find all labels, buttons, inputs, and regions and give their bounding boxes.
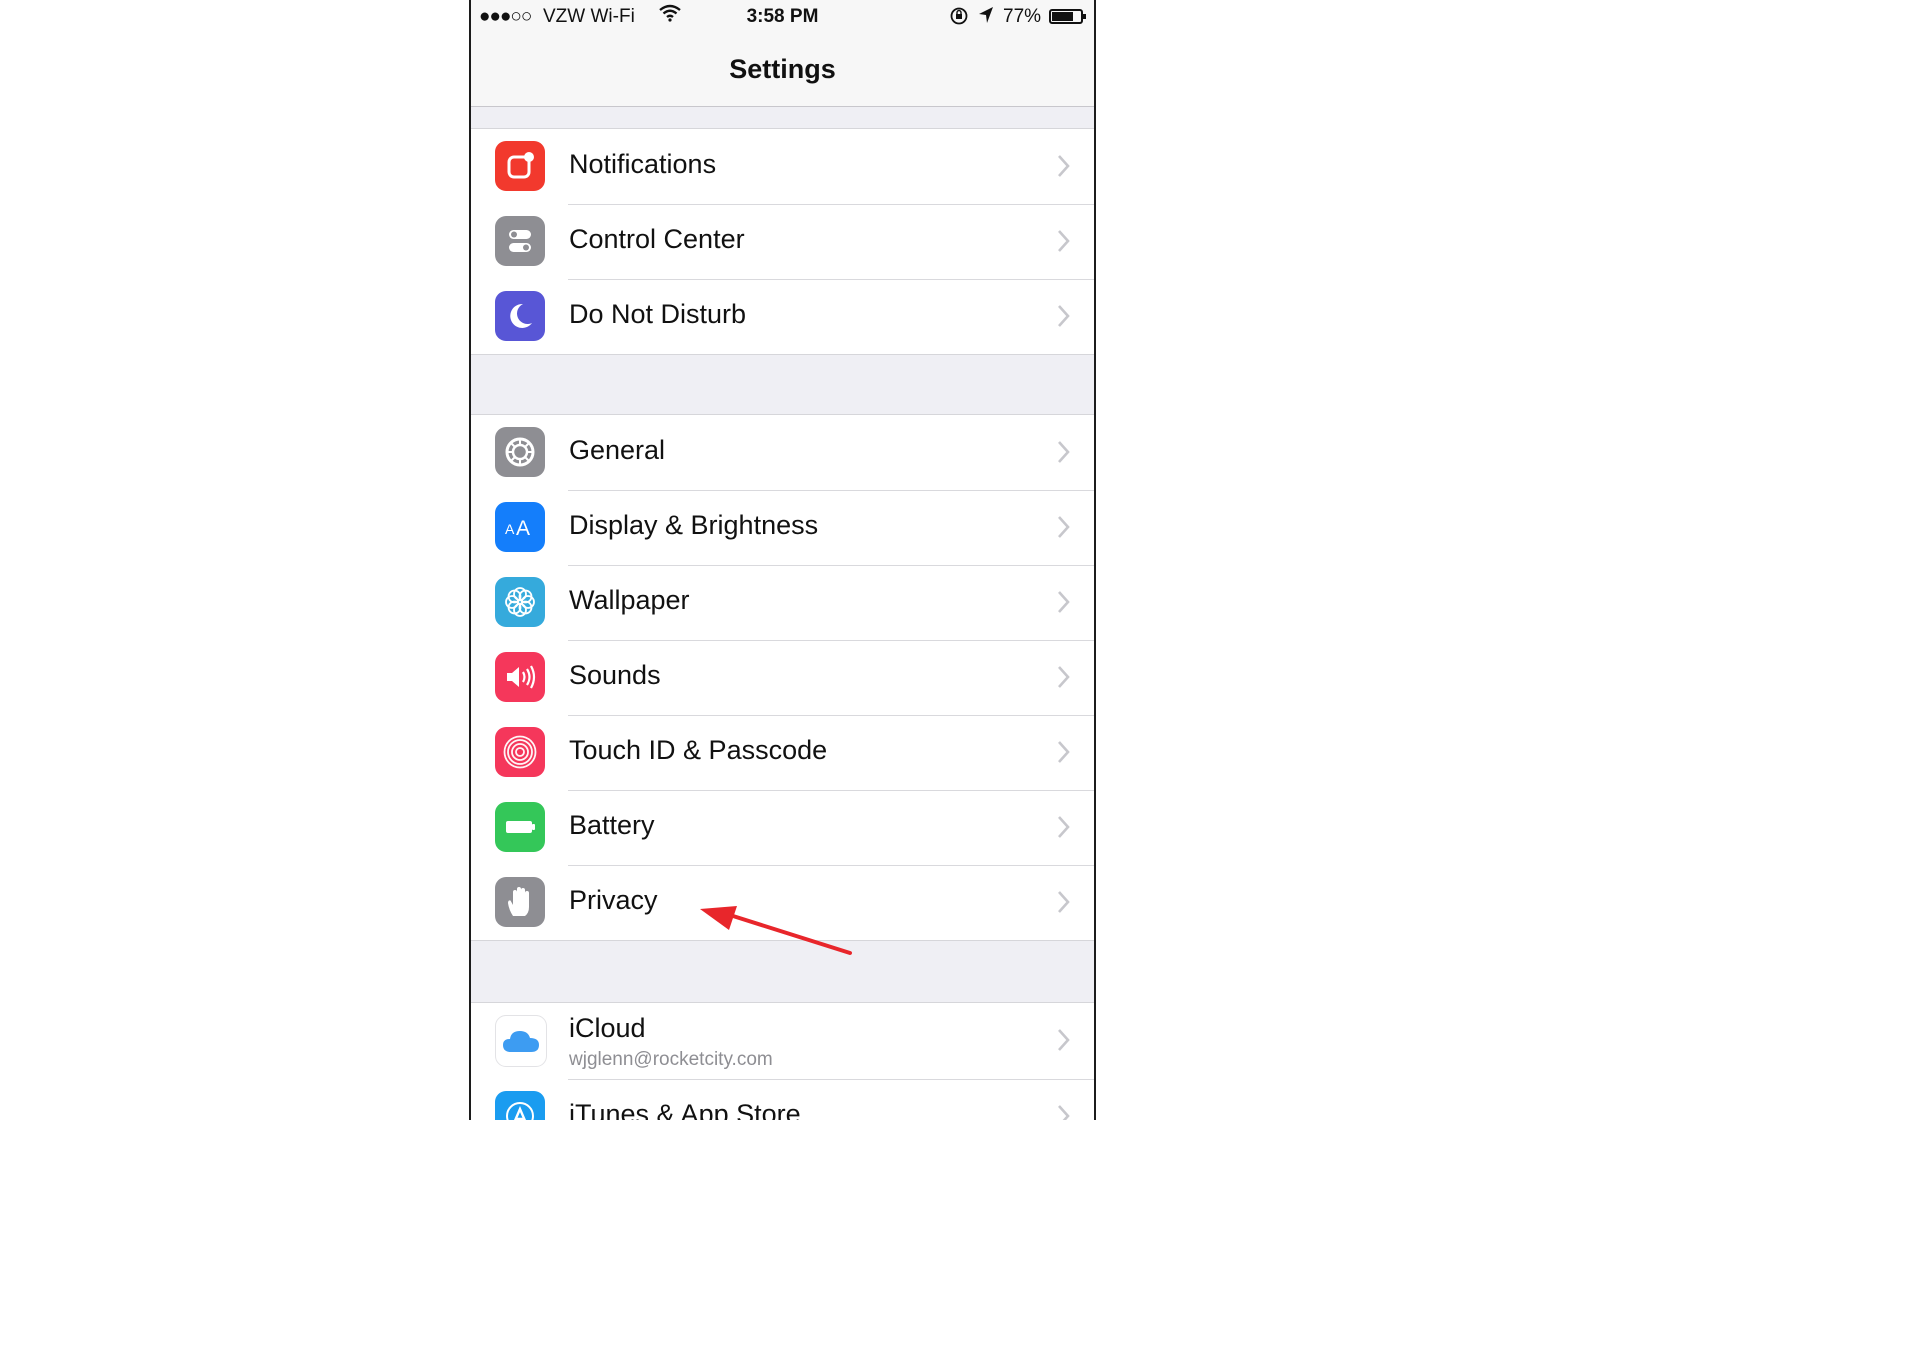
annotation-arrow-icon [700, 906, 852, 955]
phone-screen: ●●●○○ VZW Wi-Fi 3:58 PM 77% Settings Not… [469, 0, 1096, 1120]
